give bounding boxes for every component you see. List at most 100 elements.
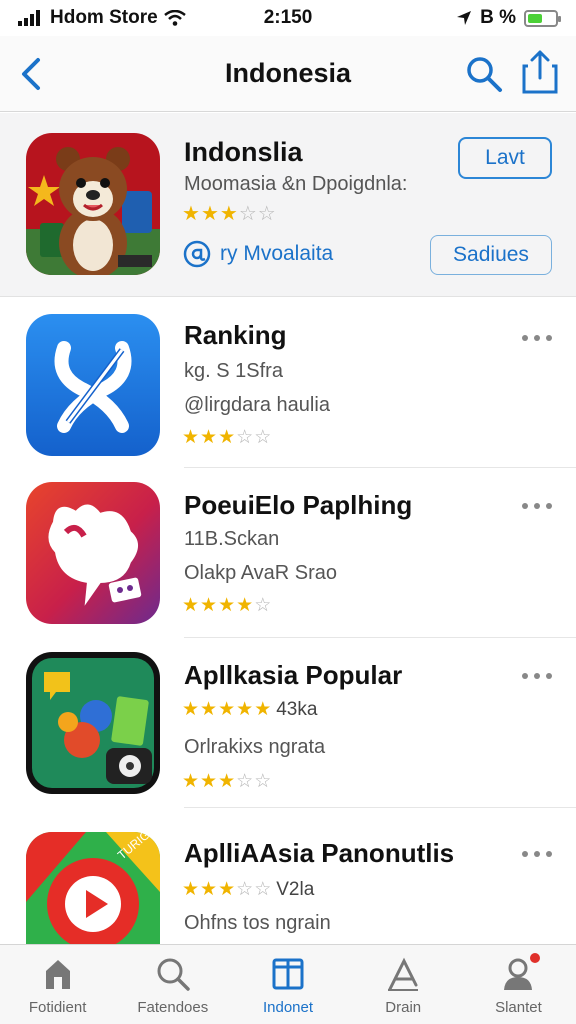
aplikasi-popular-icon[interactable] <box>26 652 160 794</box>
link-app-icon <box>26 314 160 456</box>
search-icon[interactable] <box>464 54 504 94</box>
star-filled-icon: ★ <box>218 771 237 792</box>
featured-app-icon[interactable] <box>26 133 160 275</box>
featured-app-name: Indonslia <box>184 137 303 167</box>
status-time: 2:150 <box>263 7 313 28</box>
list-item[interactable]: Apllkasia Popular ★★★★★ 43ka Orlrakixs ng… <box>0 638 576 808</box>
star-filled-icon: ★ <box>200 203 220 225</box>
star-filled-icon: ★ <box>254 699 273 720</box>
tab-profile[interactable]: Slantet <box>461 945 576 1024</box>
rating-count: 43ka <box>276 699 318 720</box>
star-filled-icon: ★ <box>218 427 237 448</box>
app-store-screen: Hdom Store 2:150 B % Indonesia Indonslia… <box>0 0 576 1024</box>
tab-bar: Fotidient Fatendoes Indonet Drain Slante… <box>0 944 576 1024</box>
chevron-left-icon[interactable] <box>14 54 50 94</box>
status-left: Hdom Store <box>18 7 218 29</box>
app-rating: ★★★★☆ <box>182 594 272 617</box>
more-options-button[interactable] <box>522 844 552 864</box>
featured-app-link[interactable]: ry Mvoalaita <box>182 239 333 269</box>
star-filled-icon: ★ <box>200 427 219 448</box>
star-empty-icon: ☆ <box>236 879 255 900</box>
details-button[interactable]: Sadiues <box>430 235 552 275</box>
app-developer: Ohfns tos ngrain <box>184 912 331 934</box>
app-top-rating: ★★★☆☆ V2la <box>182 878 314 901</box>
wifi-icon <box>163 10 186 26</box>
list-item[interactable]: Ranking kg. S 1Sfra @lirgdara haulia ★★★… <box>0 298 576 468</box>
tab-label: Drain <box>385 999 422 1016</box>
star-filled-icon: ★ <box>218 879 237 900</box>
status-percent: B % <box>480 7 516 28</box>
star-filled-icon: ★ <box>236 595 255 616</box>
star-filled-icon: ★ <box>200 699 219 720</box>
app-developer: Olakp AvaR Srao <box>184 562 338 584</box>
carrier-name: Hdom Store <box>50 7 158 28</box>
navigation-bar: Indonesia <box>0 36 576 112</box>
app-developer: Orlrakixs ngrata <box>184 736 326 758</box>
tab-featured[interactable]: Fotidient <box>0 945 115 1024</box>
star-filled-icon: ★ <box>218 699 237 720</box>
app-developer: @lirgdara haulia <box>184 394 330 416</box>
tab-label: Slantet <box>495 999 542 1016</box>
app-rating: ★★★☆☆ <box>182 426 272 449</box>
ranking-app-icon[interactable] <box>26 314 160 456</box>
star-filled-icon: ★ <box>219 203 239 225</box>
star-filled-icon: ★ <box>182 203 201 225</box>
battery-level <box>528 13 543 23</box>
star-empty-icon: ☆ <box>238 203 258 225</box>
star-empty-icon: ☆ <box>254 879 273 900</box>
star-empty-icon: ☆ <box>257 203 277 225</box>
app-subtitle: 11B.Sckan <box>184 528 280 550</box>
cat-app-icon <box>26 482 160 624</box>
tab-apps[interactable]: Indonet <box>230 945 345 1024</box>
star-empty-icon: ☆ <box>236 427 255 448</box>
more-options-button[interactable] <box>522 496 552 516</box>
search-icon <box>157 958 190 991</box>
featured-app-rating: ★★★☆☆ <box>182 201 277 226</box>
star-empty-icon: ☆ <box>236 771 255 792</box>
tab-label: Indonet <box>262 999 314 1016</box>
status-right: B % <box>358 7 561 29</box>
app-name: Ranking <box>184 320 287 350</box>
apps-icon <box>272 958 304 990</box>
star-filled-icon: ★ <box>200 879 219 900</box>
featured-app-card[interactable]: Indonslia Moomasia &n Dpoigdnla: ★★★☆☆ r… <box>0 113 576 297</box>
location-arrow-icon <box>457 11 472 25</box>
app-name: PoeuiElo Paplhing <box>184 490 413 520</box>
star-empty-icon: ☆ <box>254 771 273 792</box>
app-name: Apllkasia Popular <box>184 660 403 690</box>
popular-app-icon[interactable] <box>26 482 160 624</box>
app-top-rating: ★★★★★ 43ka <box>182 698 317 721</box>
tab-label: Fotidient <box>28 999 87 1016</box>
status-bar: Hdom Store 2:150 B % <box>0 0 576 36</box>
game-app-icon <box>26 652 160 794</box>
rating-count: V2la <box>276 879 315 900</box>
star-filled-icon: ★ <box>182 699 201 720</box>
home-icon <box>45 960 70 989</box>
battery-icon <box>524 9 561 27</box>
more-options-button[interactable] <box>522 666 552 686</box>
featured-app-subtitle: Moomasia &n Dpoigdnla: <box>184 173 408 195</box>
page-title: Indonesia <box>224 58 352 88</box>
signal-bars-icon <box>18 10 40 26</box>
star-empty-icon: ☆ <box>254 427 273 448</box>
bear-mascot-icon <box>26 133 160 275</box>
tab-drain[interactable]: Drain <box>346 945 461 1024</box>
app-subtitle: kg. S 1Sfra <box>184 360 283 382</box>
tab-search[interactable]: Fatendoes <box>115 945 230 1024</box>
featured-link-label: ry Mvoalaita <box>220 242 334 265</box>
get-button[interactable]: Lavt <box>458 137 552 179</box>
star-filled-icon: ★ <box>236 699 255 720</box>
app-rating: ★★★☆☆ <box>182 770 272 793</box>
pen-icon <box>388 957 419 991</box>
star-filled-icon: ★ <box>182 771 201 792</box>
star-empty-icon: ☆ <box>254 595 273 616</box>
share-icon[interactable] <box>520 48 560 96</box>
star-filled-icon: ★ <box>218 595 237 616</box>
list-item[interactable]: PoeuiElo Paplhing 11B.Sckan Olakp AvaR S… <box>0 468 576 638</box>
more-options-button[interactable] <box>522 328 552 348</box>
star-filled-icon: ★ <box>182 595 201 616</box>
star-filled-icon: ★ <box>200 595 219 616</box>
notification-badge <box>530 953 541 963</box>
app-name: AplliAAsia Panonutlis <box>184 838 455 868</box>
star-filled-icon: ★ <box>182 879 201 900</box>
